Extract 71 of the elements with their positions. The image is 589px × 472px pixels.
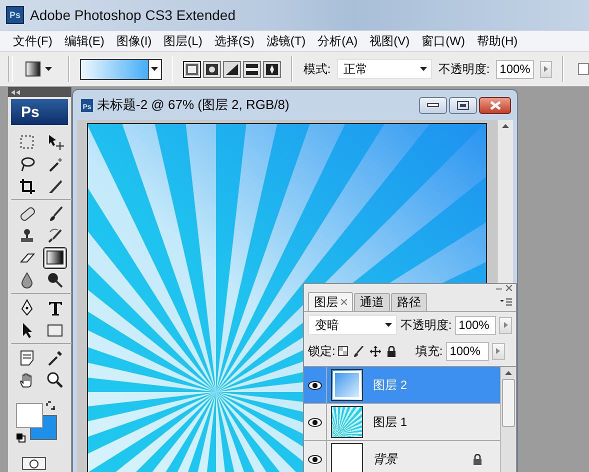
window-title: Adobe Photoshop CS3 Extended [30,7,236,23]
menu-item[interactable]: 文件(F) [6,31,58,51]
layer-row[interactable]: 图层 1 [304,404,500,441]
scrollbar-thumb[interactable] [502,379,515,427]
caret-icon[interactable] [151,67,158,71]
arrow-right-icon[interactable] [496,348,500,354]
app-logo: Ps [11,99,68,125]
menu-item[interactable]: 图像(I) [109,31,157,51]
move-arrows-icon[interactable] [370,346,382,356]
minimize-icon[interactable] [427,102,439,108]
arrow-right-icon[interactable] [504,322,508,328]
menu-item[interactable]: 窗口(W) [414,31,470,51]
fill-label: 填充: [415,342,443,360]
menu-item[interactable]: 分析(A) [310,31,363,51]
layer-name: 图层 1 [373,414,408,430]
close-button[interactable] [479,96,511,114]
menu-item[interactable]: 图层(L) [156,31,208,51]
layer-name: 图层 2 [373,376,408,394]
default-colors-icon[interactable] [16,433,26,443]
panel-tab[interactable]: 通道 [354,293,390,311]
minimize-button[interactable] [419,96,447,114]
menu-item[interactable]: 选择(S) [207,31,260,51]
close-icon[interactable] [341,299,347,305]
menu-item[interactable]: 帮助(H) [470,31,523,51]
panel-menu-icon[interactable] [500,298,512,306]
fill-field[interactable]: 100% [446,342,489,360]
restore-icon[interactable] [457,100,469,110]
color-swatches[interactable] [16,403,58,441]
menu-item[interactable]: 视图(V) [362,31,415,51]
panel-tab[interactable]: 图层 [308,292,353,311]
opacity-label: 不透明度: [438,60,490,78]
lock-label: 锁定: [308,342,336,360]
app-logo: Ps [6,6,24,24]
fill-slider-button[interactable] [492,342,505,360]
eye-icon[interactable] [308,380,322,390]
menu-item[interactable]: 滤镜(T) [259,31,311,51]
mode-dropdown[interactable]: 正常 [336,59,432,79]
blend-mode-dropdown[interactable]: 变暗 [308,315,398,335]
layer-name: 背景 [373,450,399,468]
collapse-icon[interactable] [11,90,20,94]
opacity-slider-button[interactable] [499,316,512,334]
opacity-field[interactable]: 100% [454,316,496,334]
caret-icon[interactable] [44,67,52,71]
scroll-up-icon[interactable] [502,124,509,128]
maximize-button[interactable] [449,96,477,114]
swap-icon[interactable] [46,401,56,411]
lock-icon[interactable] [387,346,396,356]
opacity-label: 不透明度: [400,316,452,334]
layer-thumbnail [331,406,363,438]
caret-icon[interactable] [385,323,392,327]
layer-thumbnail [331,369,363,401]
menu-item[interactable]: 编辑(E) [57,31,110,51]
caret-icon[interactable] [420,67,428,71]
checkerboard-icon[interactable] [338,346,348,356]
eye-icon[interactable] [308,418,322,426]
gradient-icon[interactable] [24,61,41,77]
scroll-up-icon[interactable] [505,371,512,375]
document-title: 未标题-2 @ 67% (图层 2, RGB/8) [97,96,290,114]
circle-icon[interactable] [28,458,40,468]
checkbox[interactable] [578,63,589,75]
brush-icon[interactable] [354,346,364,356]
gradient-picker[interactable] [80,58,162,80]
eye-icon[interactable] [308,454,322,464]
quick-mask-button[interactable] [22,457,46,470]
close-icon[interactable] [506,285,512,291]
layer-thumbnail [331,443,363,472]
opacity-field[interactable]: 100% [496,60,534,78]
panel-tab[interactable]: 路径 [391,293,427,311]
arrow-right-icon[interactable] [544,66,548,72]
opacity-slider-button[interactable] [540,60,552,78]
mode-label: 模式: [303,60,331,78]
